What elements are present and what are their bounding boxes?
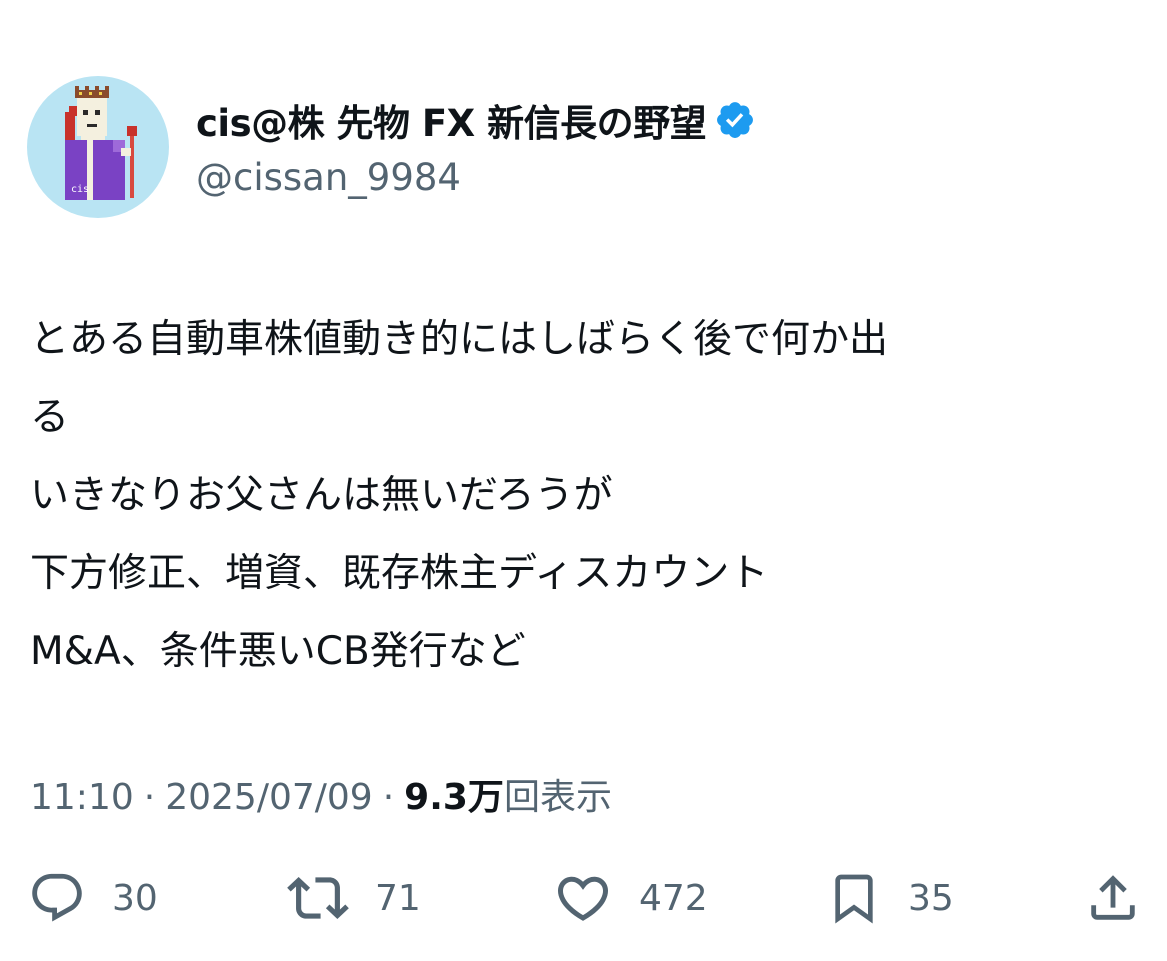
tweet-line: 下方修正、増資、既存株主ディスカウント xyxy=(30,551,769,596)
meta-separator: · xyxy=(143,777,156,818)
avatar[interactable]: cis xyxy=(27,76,169,218)
retweet-arrows-icon xyxy=(287,877,349,919)
views-label: 回表示 xyxy=(503,777,612,818)
share-button[interactable] xyxy=(1084,868,1142,928)
tweet-date[interactable]: 2025/07/09 xyxy=(165,777,373,818)
avatar-label: cis xyxy=(71,184,89,195)
tweet-detail: cis cis@株 先物 FX 新信長の野望 @cissan_9984 とある自… xyxy=(0,0,1167,961)
tweet-line: いきなりお父さんは無いだろうが xyxy=(30,473,613,518)
share-upload-icon xyxy=(1091,875,1135,920)
tweet-line: る xyxy=(30,395,70,440)
verified-badge-icon[interactable] xyxy=(714,99,756,141)
meta-separator: · xyxy=(382,777,395,818)
user-handle[interactable]: @cissan_9984 xyxy=(196,156,461,199)
display-name-row[interactable]: cis@株 先物 FX 新信長の野望 xyxy=(196,93,756,147)
tweet-line: とある自動車株値動き的にはしばらく後で何か出 xyxy=(30,317,889,362)
speech-bubble-icon xyxy=(32,873,82,922)
reply-count: 30 xyxy=(112,877,158,919)
pixel-king-avatar-icon: cis xyxy=(65,86,137,200)
retweet-count: 71 xyxy=(375,877,421,919)
tweet-line: M&A、条件悪いCB発行など xyxy=(30,629,526,674)
bookmark-icon xyxy=(835,874,873,924)
retweet-button[interactable]: 71 xyxy=(287,868,421,928)
like-button[interactable]: 472 xyxy=(553,868,708,928)
tweet-meta: 11:10 · 2025/07/09 · 9.3万 回表示 xyxy=(30,768,612,820)
bookmark-count: 35 xyxy=(908,877,954,919)
reply-button[interactable]: 30 xyxy=(28,868,158,928)
like-count: 472 xyxy=(639,877,708,919)
display-name[interactable]: cis@株 先物 FX 新信長の野望 xyxy=(196,93,707,147)
views-count[interactable]: 9.3万 xyxy=(404,768,504,820)
heart-icon xyxy=(557,876,609,921)
bookmark-button[interactable]: 35 xyxy=(826,868,954,928)
tweet-text: とある自動車株値動き的にはしばらく後で何か出 る いきなりお父さんは無いだろうが… xyxy=(30,301,1145,691)
tweet-time[interactable]: 11:10 xyxy=(30,777,134,818)
